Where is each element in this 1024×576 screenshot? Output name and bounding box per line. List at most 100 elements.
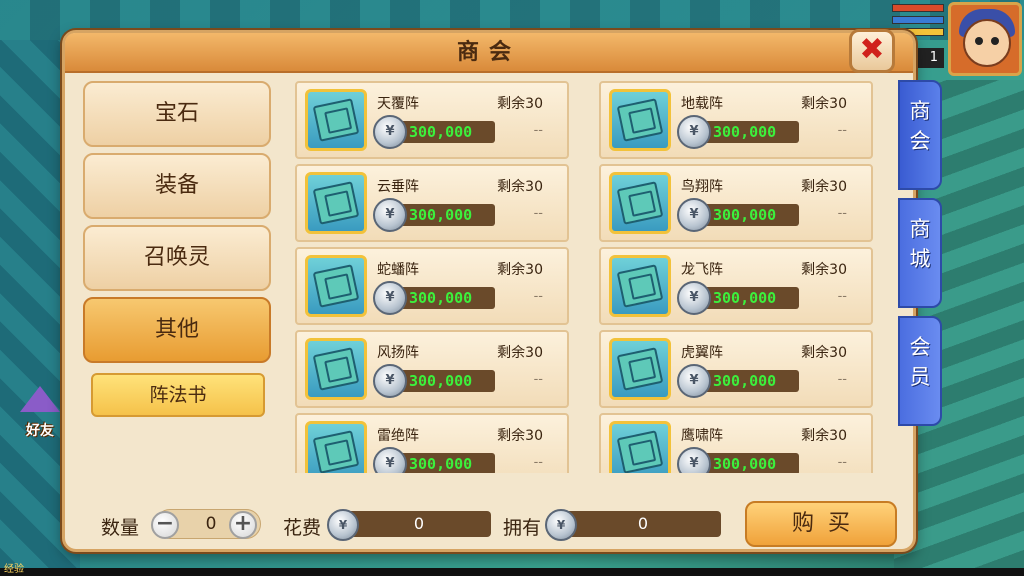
- formation-book-icon: [609, 172, 671, 234]
- plus-icon: +: [233, 511, 253, 536]
- quantity-value[interactable]: 0: [191, 509, 231, 539]
- formation-book-icon: [305, 338, 367, 400]
- tab-membership[interactable]: 会员: [898, 316, 942, 426]
- item-extra: --: [533, 123, 543, 138]
- plus-button[interactable]: +: [229, 511, 257, 539]
- silver-coin-icon: ¥: [677, 198, 711, 232]
- item-extra: --: [533, 372, 543, 387]
- silver-coin-icon: ¥: [677, 364, 711, 398]
- item-name: 鹰啸阵: [681, 428, 723, 444]
- item-stock: 剩余30: [497, 96, 543, 112]
- subcategory-label: 阵法书: [149, 384, 207, 406]
- silver-coin-icon: ¥: [373, 447, 407, 473]
- category-gems[interactable]: 宝石: [83, 81, 271, 147]
- avatar-face: [963, 19, 1011, 67]
- item-price: 300,000: [409, 289, 473, 307]
- item-stock: 剩余30: [497, 345, 543, 361]
- cost-label: 花费: [283, 517, 322, 539]
- purchase-controls: 数量 − 0 + 花费 0 ¥ 拥有 0 ¥ 购买: [65, 501, 913, 551]
- minus-button[interactable]: −: [151, 511, 179, 539]
- exp-bar: [0, 568, 1024, 576]
- category-label: 宝石: [154, 101, 199, 126]
- silver-coin-icon: ¥: [373, 115, 407, 149]
- item-stock: 剩余30: [497, 262, 543, 278]
- mp-bar: [892, 16, 944, 24]
- category-summons[interactable]: 召唤灵: [83, 225, 271, 291]
- shop-item[interactable]: 虎翼阵 剩余30 ¥ 300,000 --: [599, 330, 873, 408]
- quantity-label: 数量: [101, 517, 140, 539]
- item-stock: 剩余30: [801, 179, 847, 195]
- item-stock: 剩余30: [497, 179, 543, 195]
- item-extra: --: [533, 206, 543, 221]
- item-price: 300,000: [713, 289, 777, 307]
- category-equipment[interactable]: 装备: [83, 153, 271, 219]
- formation-book-icon: [305, 172, 367, 234]
- item-price: 300,000: [713, 455, 777, 473]
- item-price: 300,000: [713, 372, 777, 390]
- category-label: 装备: [154, 173, 199, 198]
- formation-book-icon: [305, 255, 367, 317]
- shop-item[interactable]: 鸟翔阵 剩余30 ¥ 300,000 --: [599, 164, 873, 242]
- item-price: 300,000: [409, 123, 473, 141]
- item-extra: --: [533, 289, 543, 304]
- buy-button[interactable]: 购买: [745, 501, 897, 547]
- category-label: 其他: [154, 317, 199, 342]
- close-button[interactable]: ✖: [849, 29, 895, 73]
- cost-value: 0: [347, 511, 491, 537]
- formation-book-icon: [305, 89, 367, 151]
- item-name: 云垂阵: [377, 179, 419, 195]
- silver-coin-icon: ¥: [373, 198, 407, 232]
- item-extra: --: [837, 372, 847, 387]
- side-tab-label: 商城: [909, 217, 931, 271]
- friend-button[interactable]: 好友: [12, 386, 68, 440]
- item-stock: 剩余30: [801, 262, 847, 278]
- silver-coin-icon: ¥: [327, 509, 359, 541]
- avatar-eye-right: [991, 37, 999, 45]
- side-tab-label: 商会: [909, 99, 931, 153]
- item-extra: --: [533, 455, 543, 470]
- item-name: 风扬阵: [377, 345, 419, 361]
- side-tab-label: 会员: [909, 335, 931, 389]
- shop-item[interactable]: 风扬阵 剩余30 ¥ 300,000 --: [295, 330, 569, 408]
- item-name: 雷绝阵: [377, 428, 419, 444]
- avatar-eye-left: [975, 37, 983, 45]
- item-extra: --: [837, 123, 847, 138]
- formation-book-icon: [609, 338, 671, 400]
- item-stock: 剩余30: [801, 428, 847, 444]
- category-other[interactable]: 其他: [83, 297, 271, 363]
- item-name: 天覆阵: [377, 96, 419, 112]
- owned-value: 0: [565, 511, 721, 537]
- item-extra: --: [837, 289, 847, 304]
- silver-coin-icon: ¥: [677, 447, 711, 473]
- shop-item[interactable]: 地载阵 剩余30 ¥ 300,000 --: [599, 81, 873, 159]
- friend-icon: [20, 386, 60, 412]
- shop-item[interactable]: 雷绝阵 剩余30 ¥ 300,000 --: [295, 413, 569, 473]
- item-name: 虎翼阵: [681, 345, 723, 361]
- formation-book-icon: [609, 421, 671, 473]
- tab-chamber-of-commerce[interactable]: 商会: [898, 80, 942, 190]
- tab-mall[interactable]: 商城: [898, 198, 942, 308]
- shop-item[interactable]: 蛇蟠阵 剩余30 ¥ 300,000 --: [295, 247, 569, 325]
- item-stock: 剩余30: [801, 345, 847, 361]
- item-name: 鸟翔阵: [681, 179, 723, 195]
- panel-title: 商会: [456, 40, 521, 65]
- minus-icon: −: [155, 511, 175, 536]
- shop-item[interactable]: 鹰啸阵 剩余30 ¥ 300,000 --: [599, 413, 873, 473]
- item-name: 地载阵: [681, 96, 723, 112]
- exp-label: 经验: [4, 564, 24, 575]
- shop-item[interactable]: 龙飞阵 剩余30 ¥ 300,000 --: [599, 247, 873, 325]
- shop-item[interactable]: 天覆阵 剩余30 ¥ 300,000 --: [295, 81, 569, 159]
- owned-label: 拥有: [503, 517, 542, 539]
- item-price: 300,000: [713, 206, 777, 224]
- silver-coin-icon: ¥: [677, 115, 711, 149]
- item-extra: --: [837, 455, 847, 470]
- item-name: 蛇蟠阵: [377, 262, 419, 278]
- player-avatar[interactable]: [948, 2, 1022, 76]
- item-price: 300,000: [713, 123, 777, 141]
- item-stock: 剩余30: [497, 428, 543, 444]
- friend-label: 好友: [26, 423, 54, 439]
- buy-label: 购买: [791, 511, 864, 536]
- item-grid[interactable]: 天覆阵 剩余30 ¥ 300,000 -- 地载阵 剩余30 ¥ 300,000…: [295, 81, 875, 473]
- subcategory-formation-books[interactable]: 阵法书: [91, 373, 265, 417]
- shop-item[interactable]: 云垂阵 剩余30 ¥ 300,000 --: [295, 164, 569, 242]
